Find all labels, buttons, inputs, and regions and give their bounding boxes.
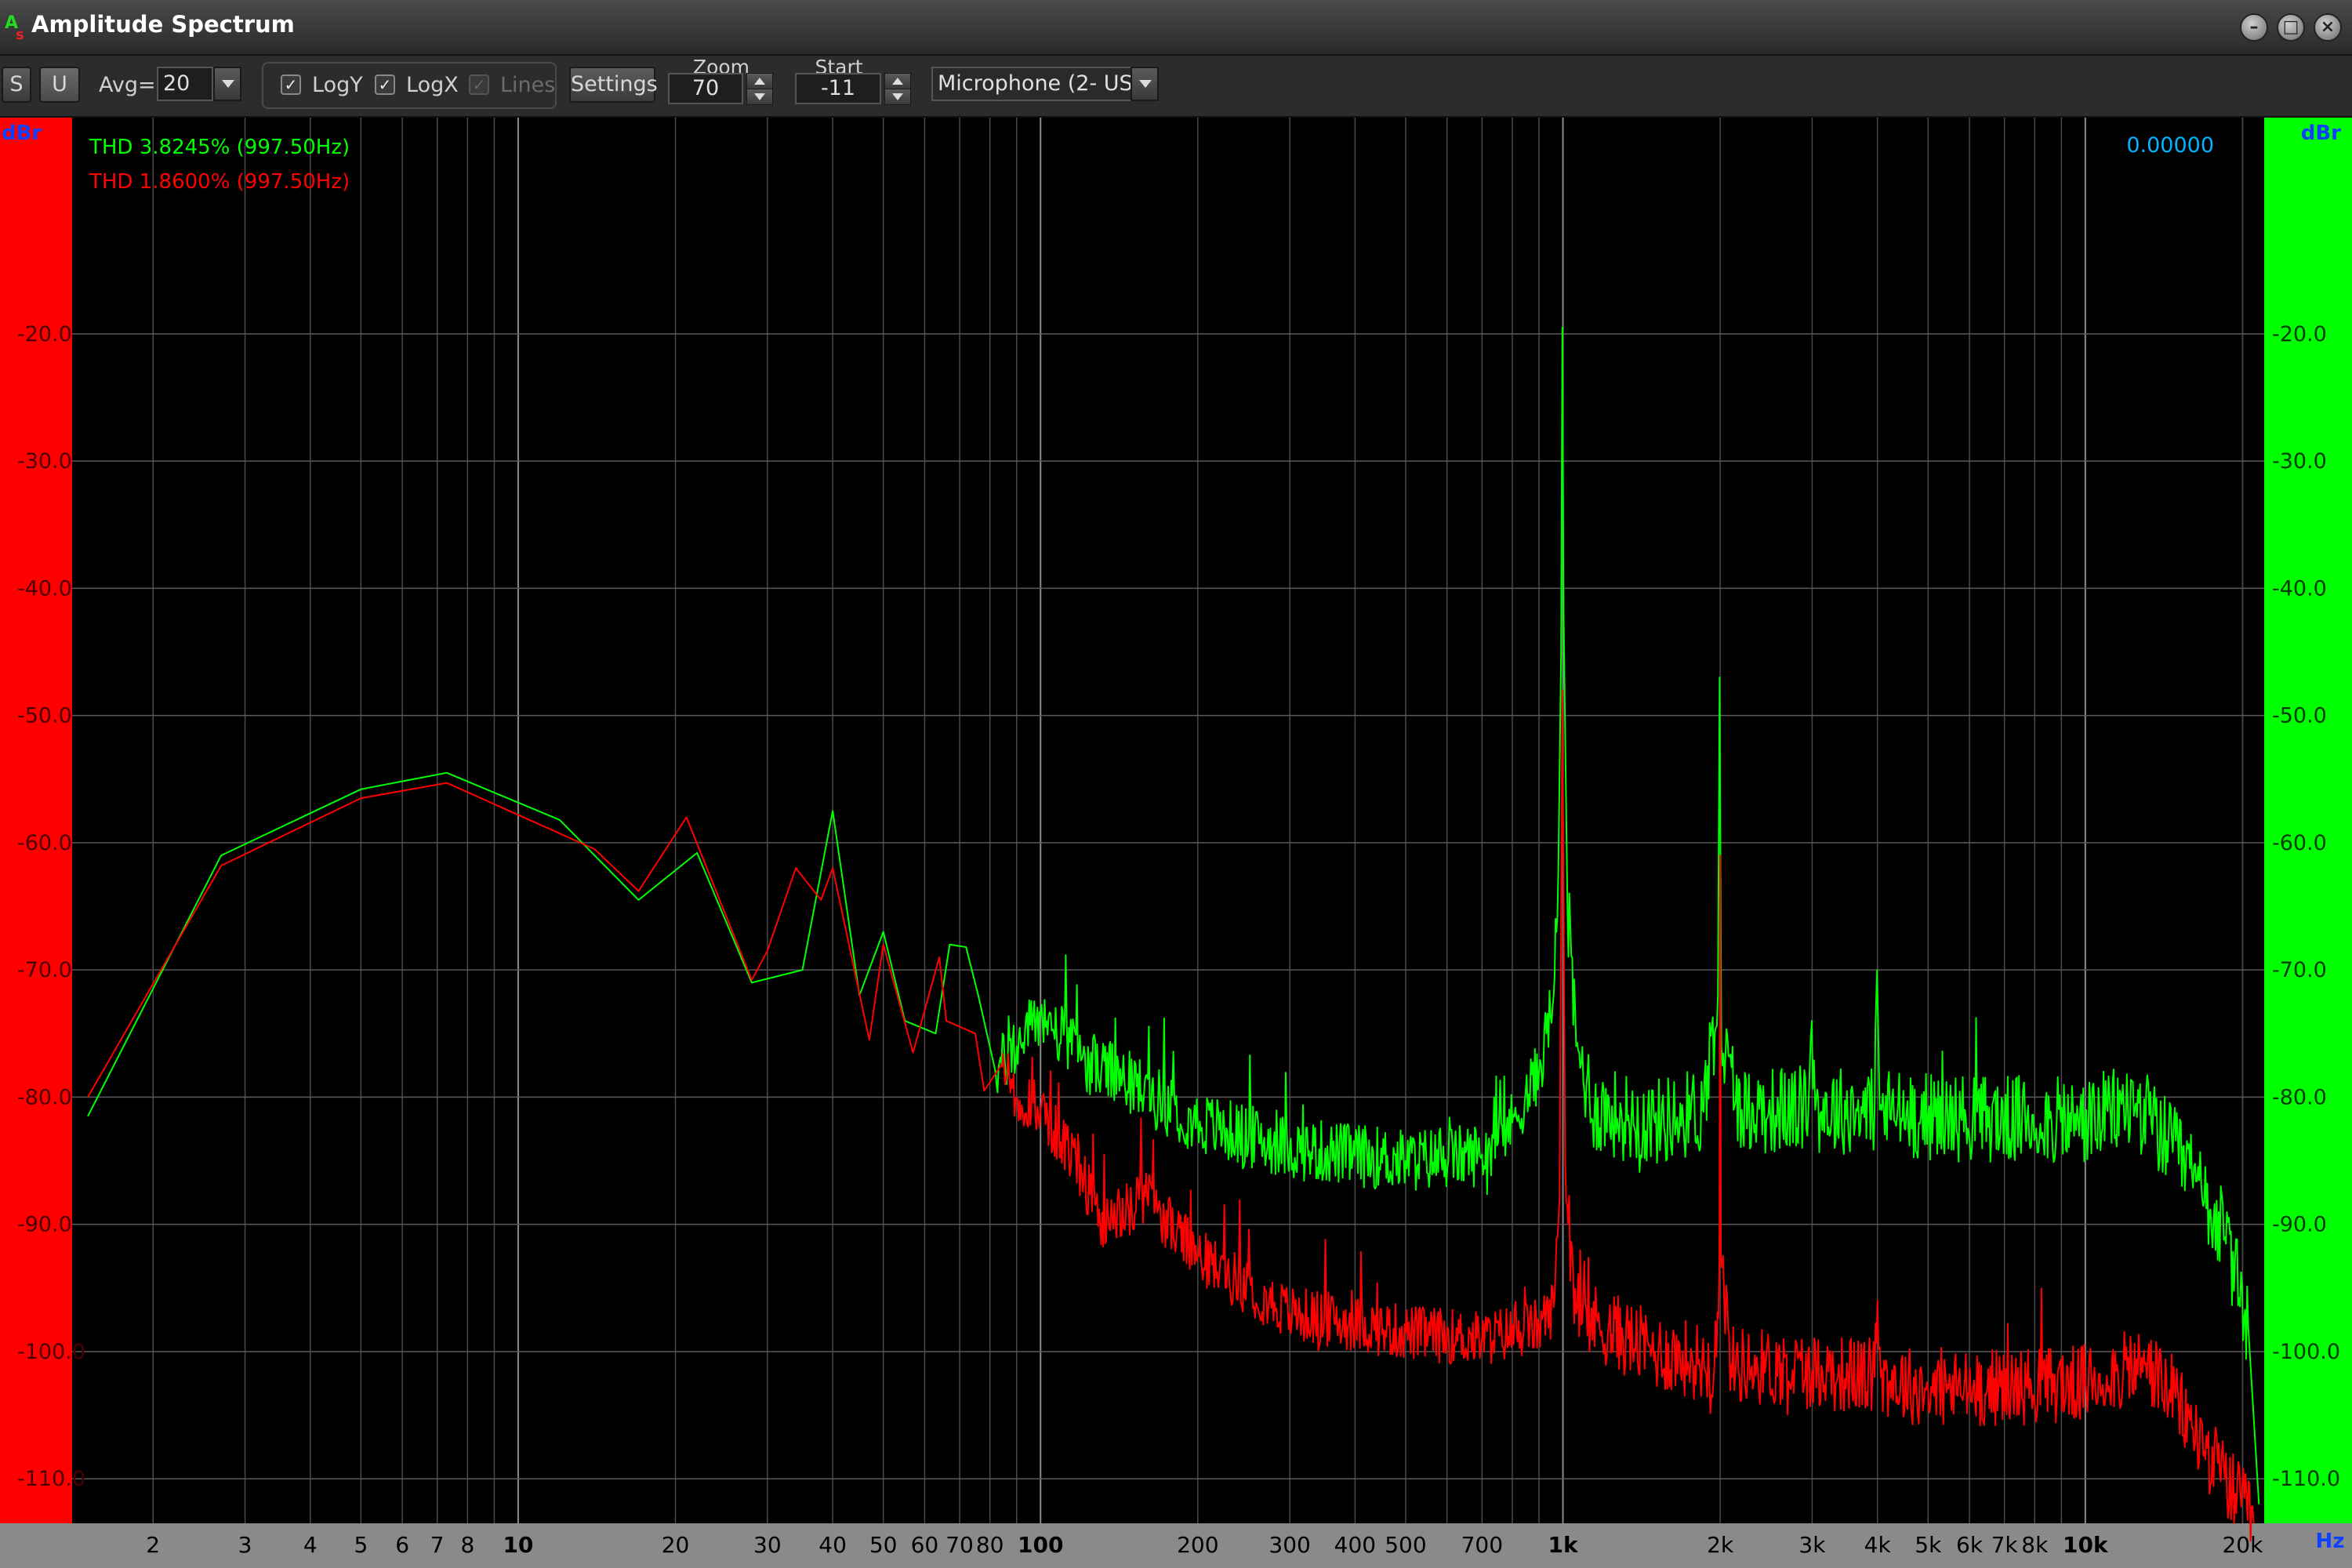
app-icon: A s [5,13,24,43]
x-tick-label: 3 [238,1532,252,1558]
y-tick-left: -40.0 [17,576,72,601]
title-bar[interactable]: A s Amplitude Spectrum – □ × [0,0,2352,56]
y-tick-right: -110.0 [2272,1467,2340,1491]
x-tick-label: 8 [460,1532,474,1558]
start-down-icon[interactable] [884,89,911,105]
logy-checkbox[interactable]: ✓ [281,74,301,95]
left-ylabel: dBr [2,122,42,145]
y-tick-right: -30.0 [2272,449,2327,474]
lines-checkbox[interactable]: ✓ [469,74,489,95]
y-tick-right: -80.0 [2272,1085,2327,1109]
x-tick-label: 300 [1269,1532,1310,1558]
thd-red-label: THD 1.8600% (997.50Hz) [89,170,350,194]
y-tick-left: -60.0 [17,831,72,855]
x-tick-label: 6k [1956,1532,1984,1558]
x-tick-label: 20k [2222,1532,2263,1558]
maximize-icon: □ [2282,17,2299,37]
y-tick-right: -100.0 [2272,1340,2340,1364]
lines-label: Lines [500,73,556,97]
x-tick-label: 1k [1548,1532,1578,1558]
x-tick-label: 2k [1707,1532,1734,1558]
x-tick-label: 5k [1915,1532,1942,1558]
x-tick-label: 3k [1798,1532,1826,1558]
x-tick-label: 8k [2021,1532,2049,1558]
x-tick-label: 5 [354,1532,368,1558]
x-unit-label: Hz [2316,1530,2345,1553]
zoom-down-icon[interactable] [746,89,773,105]
logx-label: LogX [406,73,459,97]
toolbar: S U Avg= 20 ✓ LogY ✓ LogX ✓ Lines Settin… [0,56,2352,118]
y-tick-right: -40.0 [2272,576,2327,601]
zoom-up-icon[interactable] [746,73,773,89]
thd-green-label: THD 3.8245% (997.50Hz) [89,136,350,159]
minimize-icon: – [2249,17,2259,37]
x-tick-label: 80 [976,1532,1004,1558]
y-tick-left: -70.0 [17,958,72,982]
y-tick-right: -20.0 [2272,322,2327,347]
x-tick-label: 7k [1991,1532,2019,1558]
settings-button[interactable]: Settings [569,67,658,103]
y-tick-right: -70.0 [2272,958,2327,982]
x-tick-label: 20 [662,1532,690,1558]
maximize-button[interactable]: □ [2277,13,2305,42]
x-tick-label: 700 [1461,1532,1503,1558]
start-field[interactable]: -11 [795,73,881,104]
s-button[interactable]: S [2,67,31,103]
x-tick-label: 7 [430,1532,445,1558]
y-tick-right: -50.0 [2272,704,2327,728]
x-tick-label: 6 [395,1532,409,1558]
x-tick-label: 50 [869,1532,898,1558]
logx-checkbox[interactable]: ✓ [375,74,395,95]
minimize-button[interactable]: – [2240,13,2268,42]
svg-text:s: s [16,27,24,43]
x-tick-label: 10 [503,1532,533,1558]
y-tick-right: -90.0 [2272,1213,2327,1237]
x-tick-label: 4k [1864,1532,1892,1558]
cursor-readout: 0.00000 [2126,133,2214,158]
x-tick-label: 2 [146,1532,160,1558]
logy-label: LogY [312,73,363,97]
x-tick-label: 200 [1177,1532,1218,1558]
spectrum-chart[interactable]: -20.0 -30.0 -40.0 -50.0 -60.0 -70.0 -80.0 -90.0… [0,118,2352,1568]
y-tick-left: -110.0 [17,1467,85,1491]
y-tick-right: -60.0 [2272,831,2327,855]
x-tick-label: 30 [753,1532,782,1558]
close-icon: × [2320,17,2336,37]
close-button[interactable]: × [2314,13,2342,42]
x-tick-label: 10k [2063,1532,2109,1558]
avg-dropdown-icon[interactable] [213,67,241,101]
x-tick-label: 100 [1018,1532,1063,1558]
y-tick-left: -30.0 [17,449,72,474]
y-tick-left: -90.0 [17,1213,72,1237]
y-tick-left: -50.0 [17,704,72,728]
x-tick-label: 60 [911,1532,939,1558]
y-tick-left: -20.0 [17,322,72,347]
x-tick-label: 4 [303,1532,318,1558]
device-dropdown-icon[interactable] [1131,67,1159,101]
window-title: Amplitude Spectrum [31,11,295,38]
y-tick-left: -80.0 [17,1085,72,1109]
x-tick-label: 500 [1385,1532,1426,1558]
start-up-icon[interactable] [884,73,911,89]
right-ylabel: dBr [2301,122,2341,145]
u-button[interactable]: U [39,67,80,103]
y-tick-left: -100.0 [17,1340,85,1364]
avg-label: Avg= [99,73,156,97]
avg-field[interactable]: 20 [157,67,213,101]
x-tick-label: 70 [946,1532,974,1558]
zoom-field[interactable]: 70 [668,73,743,104]
x-tick-label: 400 [1334,1532,1376,1558]
device-select[interactable]: Microphone (2- USB [931,67,1132,101]
x-tick-label: 40 [818,1532,847,1558]
